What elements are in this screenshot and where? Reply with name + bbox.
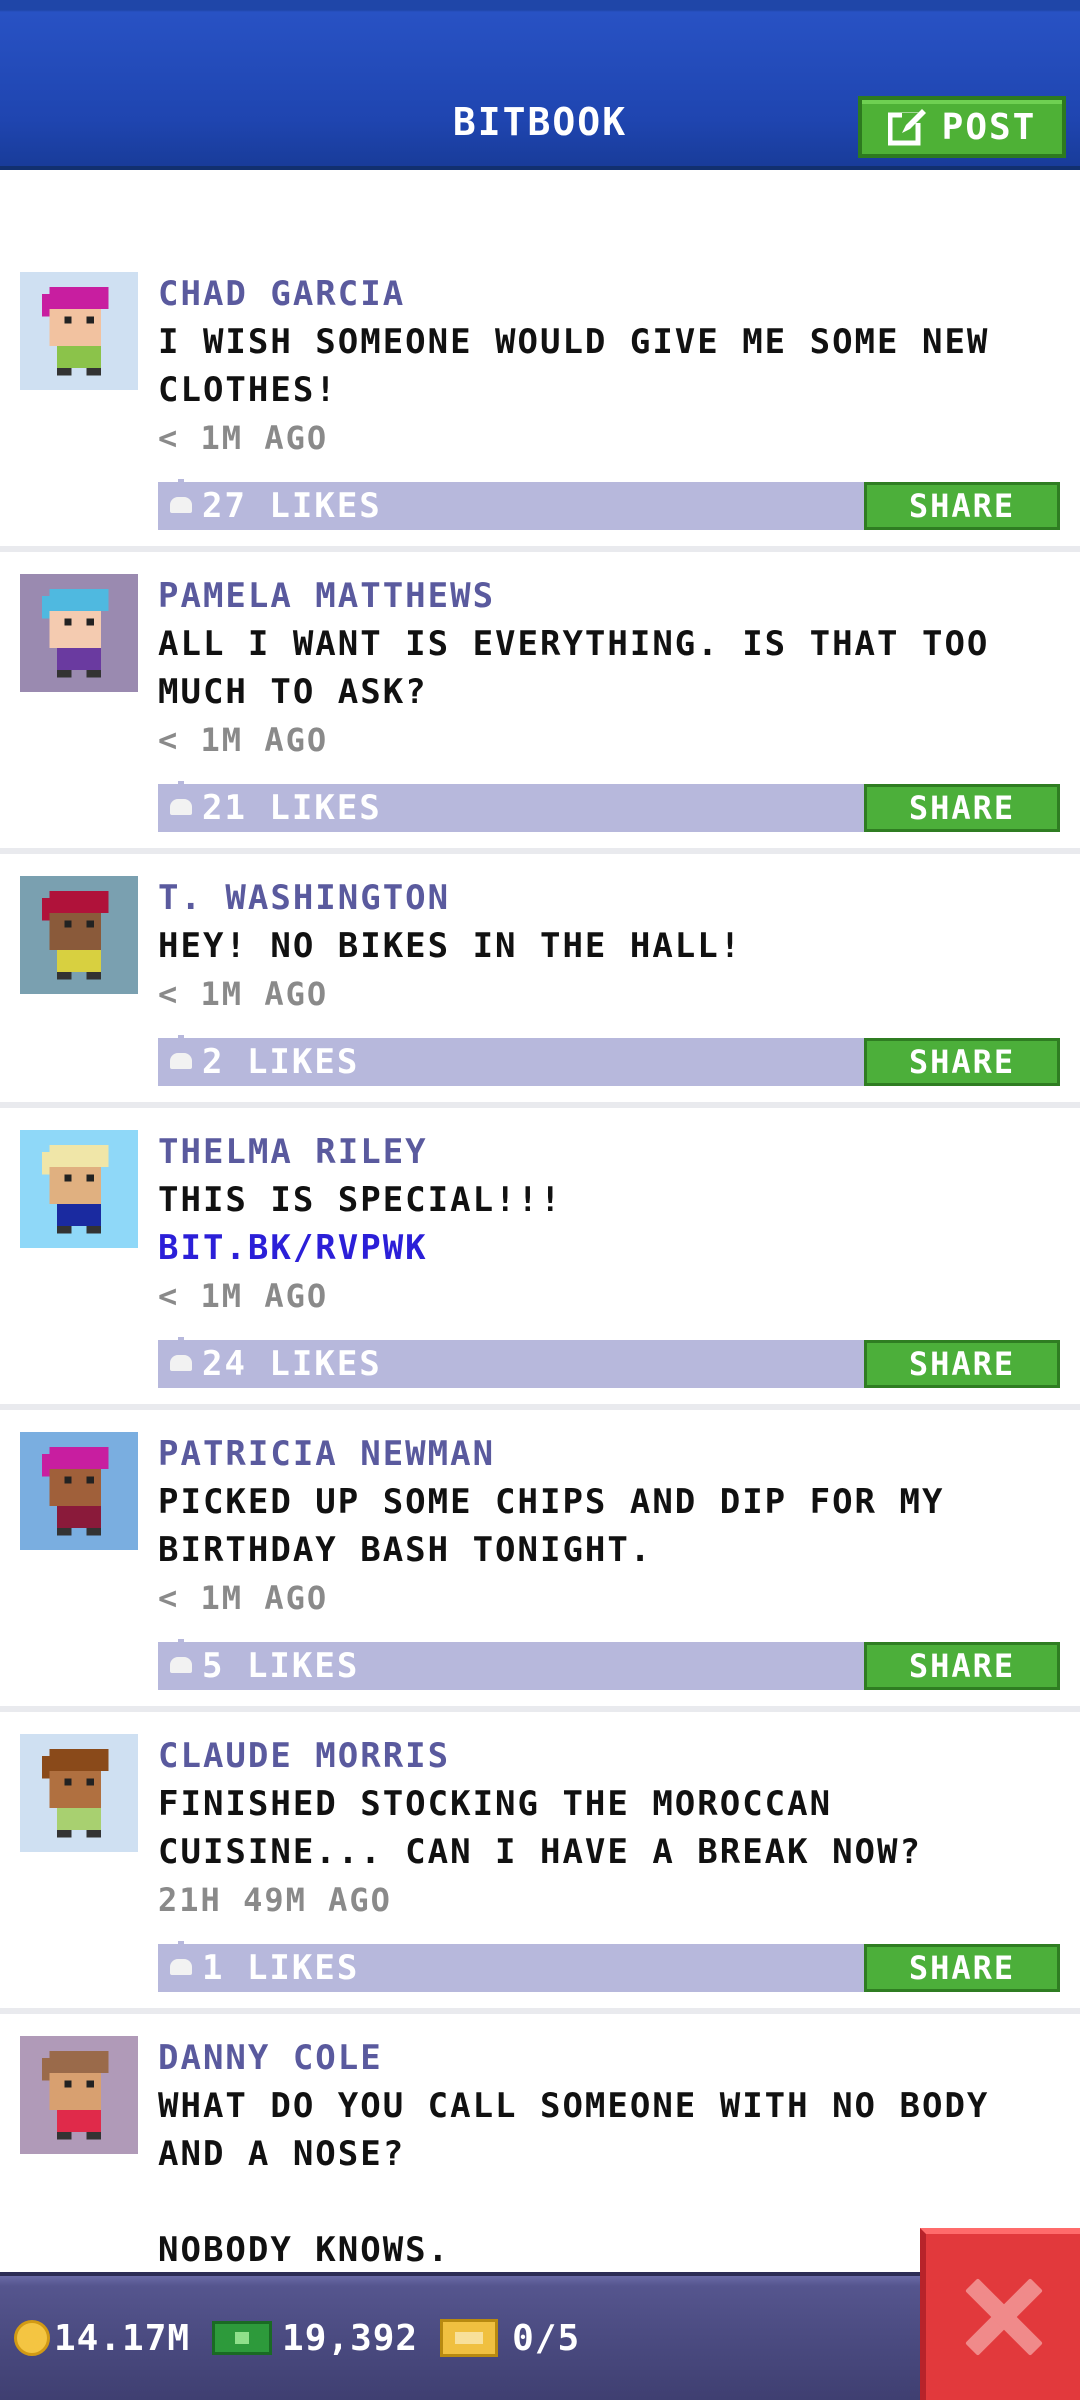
avatar-icon [20, 272, 138, 390]
cash-icon [212, 2321, 273, 2355]
likes-count: 2 LIKES [202, 1042, 360, 1082]
share-button[interactable]: SHARE [864, 784, 1060, 832]
coins-value: 14.17M [54, 2317, 191, 2359]
share-button[interactable]: SHARE [864, 1642, 1060, 1690]
currency-bar: 14.17M 19,392 0/5 [0, 2272, 1080, 2400]
coins-stat: 14.17M [14, 2318, 190, 2359]
like-icon[interactable] [170, 1337, 192, 1377]
post-divider [0, 546, 1080, 552]
tickets-value: 0/5 [512, 2317, 581, 2359]
close-icon [963, 2277, 1043, 2357]
avatar-icon [20, 1734, 138, 1852]
post-divider [0, 1706, 1080, 1712]
post-body: PAMELA MATTHEWS ALL I WANT IS EVERYTHING… [158, 572, 1080, 832]
feed-post: CLAUDE MORRIS FINISHED STOCKING THE MORO… [0, 1732, 1080, 2014]
post-time: < 1M AGO [158, 975, 329, 1013]
post-divider [0, 1102, 1080, 1108]
author-name[interactable]: DANNY COLE [158, 2034, 1060, 2082]
post-message: THIS IS SPECIAL!!! [158, 1180, 563, 1220]
author-name[interactable]: THELMA RILEY [158, 1128, 1060, 1176]
feed-post: T. WASHINGTON HEY! NO BIKES IN THE HALL!… [0, 874, 1080, 1108]
like-icon[interactable] [170, 479, 192, 519]
share-button[interactable]: SHARE [864, 1038, 1060, 1086]
likes-count: 1 LIKES [202, 1948, 360, 1988]
avatar-icon [20, 1432, 138, 1550]
post-body: T. WASHINGTON HEY! NO BIKES IN THE HALL!… [158, 874, 1080, 1086]
avatar-icon [20, 876, 138, 994]
like-icon[interactable] [170, 1639, 192, 1679]
author-name[interactable]: PAMELA MATTHEWS [158, 572, 1060, 620]
avatar[interactable] [20, 272, 138, 390]
post-time: 21H 49M AGO [158, 1881, 392, 1919]
post-button-label: POST [941, 106, 1037, 148]
post-message: HEY! NO BIKES IN THE HALL! [158, 926, 743, 966]
close-button[interactable] [920, 2228, 1080, 2400]
like-icon[interactable] [170, 781, 192, 821]
feed-post: CHAD GARCIA I WISH SOMEONE WOULD GIVE ME… [0, 270, 1080, 552]
app-header: BITBOOK POST [0, 0, 1080, 170]
ticket-icon [440, 2319, 499, 2357]
likes-count: 27 LIKES [202, 486, 382, 526]
like-icon[interactable] [170, 1941, 192, 1981]
author-name[interactable]: T. WASHINGTON [158, 874, 1060, 922]
likes-bar: 21 LIKES SHARE [158, 781, 1060, 832]
avatar-icon [20, 1130, 138, 1248]
avatar[interactable] [20, 876, 138, 994]
share-button[interactable]: SHARE [864, 1944, 1060, 1992]
post-divider [0, 2008, 1080, 2014]
author-name[interactable]: CLAUDE MORRIS [158, 1732, 1060, 1780]
avatar[interactable] [20, 574, 138, 692]
author-name[interactable]: CHAD GARCIA [158, 270, 1060, 318]
likes-bar: 24 LIKES SHARE [158, 1337, 1060, 1388]
likes-count: 5 LIKES [202, 1646, 360, 1686]
post-divider [0, 848, 1080, 854]
post-body: THELMA RILEY THIS IS SPECIAL!!! BIT.BK/R… [158, 1128, 1080, 1388]
likes-count: 24 LIKES [202, 1344, 382, 1384]
cash-value: 19,392 [282, 2317, 419, 2359]
post-divider [0, 1404, 1080, 1410]
avatar[interactable] [20, 1432, 138, 1550]
post-body: CHAD GARCIA I WISH SOMEONE WOULD GIVE ME… [158, 270, 1080, 530]
avatar-icon [20, 574, 138, 692]
avatar-icon [20, 2036, 138, 2154]
avatar[interactable] [20, 1734, 138, 1852]
coin-icon [14, 2320, 50, 2356]
likes-count: 21 LIKES [202, 788, 382, 828]
likes-bar: 27 LIKES SHARE [158, 479, 1060, 530]
feed-post: THELMA RILEY THIS IS SPECIAL!!! BIT.BK/R… [0, 1128, 1080, 1410]
author-name[interactable]: PATRICIA NEWMAN [158, 1430, 1060, 1478]
compose-icon [887, 109, 926, 146]
likes-bar: 5 LIKES SHARE [158, 1639, 1060, 1690]
likes-bar: 2 LIKES SHARE [158, 1035, 1060, 1086]
like-icon[interactable] [170, 1035, 192, 1075]
post-message: PICKED UP SOME CHIPS AND DIP FOR MY BIRT… [158, 1482, 967, 1570]
post-link[interactable]: BIT.BK/RVPWK [158, 1224, 1060, 1272]
tickets-stat: 0/5 [440, 2318, 580, 2359]
share-button[interactable]: SHARE [864, 1340, 1060, 1388]
post-message: I WISH SOMEONE WOULD GIVE ME SOME NEW CL… [158, 322, 1012, 410]
post-feed[interactable]: CHAD GARCIA I WISH SOMEONE WOULD GIVE ME… [0, 270, 1080, 2322]
feed-post: PATRICIA NEWMAN PICKED UP SOME CHIPS AND… [0, 1430, 1080, 1712]
feed-post: PAMELA MATTHEWS ALL I WANT IS EVERYTHING… [0, 572, 1080, 854]
post-time: < 1M AGO [158, 721, 329, 759]
share-button[interactable]: SHARE [864, 482, 1060, 530]
post-body: PATRICIA NEWMAN PICKED UP SOME CHIPS AND… [158, 1430, 1080, 1690]
post-button[interactable]: POST [858, 96, 1066, 158]
post-time: < 1M AGO [158, 1579, 329, 1617]
post-body: CLAUDE MORRIS FINISHED STOCKING THE MORO… [158, 1732, 1080, 1992]
avatar[interactable] [20, 1130, 138, 1248]
avatar[interactable] [20, 2036, 138, 2154]
post-message: ALL I WANT IS EVERYTHING. IS THAT TOO MU… [158, 624, 1012, 712]
post-time: < 1M AGO [158, 1277, 329, 1315]
likes-bar: 1 LIKES SHARE [158, 1941, 1060, 1992]
post-time: < 1M AGO [158, 419, 329, 457]
post-message: FINISHED STOCKING THE MOROCCAN CUISINE..… [158, 1784, 922, 1872]
cash-stat: 19,392 [212, 2318, 418, 2359]
